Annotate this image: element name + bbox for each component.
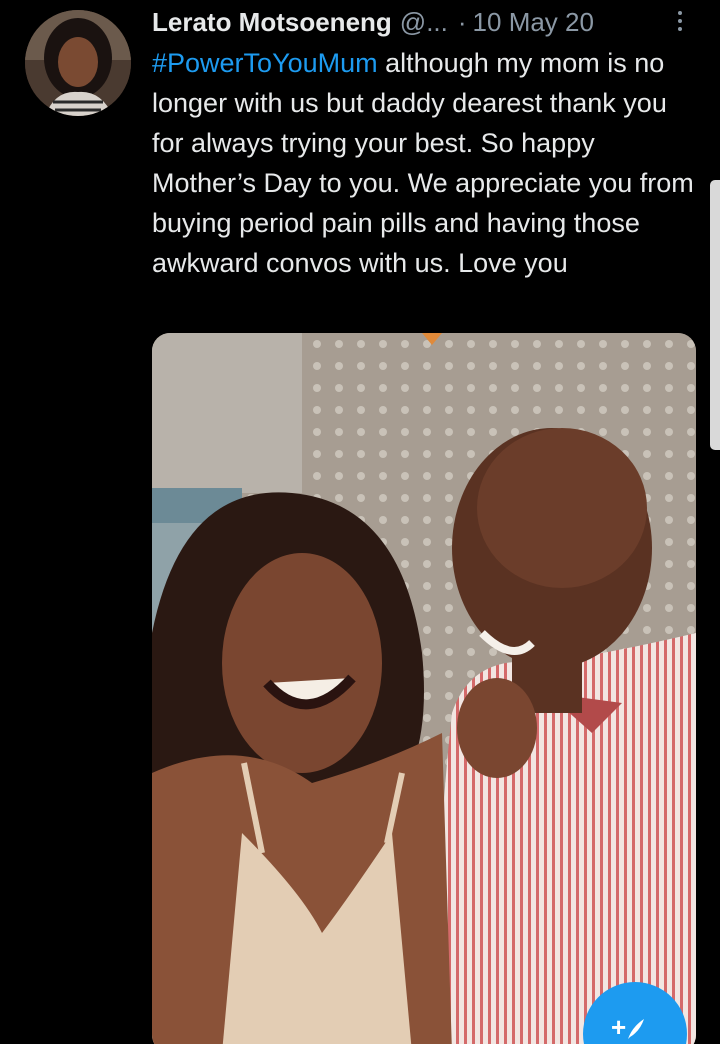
header-separator: · (457, 7, 467, 37)
compose-plus-label: + (611, 1012, 627, 1042)
tweet-date[interactable]: 10 May 20 (473, 4, 594, 40)
more-vertical-icon[interactable] (670, 8, 690, 38)
feather-icon (628, 1019, 645, 1040)
author-avatar[interactable] (25, 10, 131, 116)
author-handle[interactable]: @... (400, 4, 448, 40)
tweet-text: #PowerToYouMum although my mom is no lon… (152, 43, 700, 283)
timeline-screen: Lerato Motsoeneng @... · 10 May 20 #Powe… (0, 0, 720, 1044)
author-display-name[interactable]: Lerato Motsoeneng (152, 4, 392, 40)
tweet-body: although my mom is no longer with us but… (152, 48, 694, 278)
tweet-header: Lerato Motsoeneng @... · 10 May 20 (152, 4, 692, 40)
scrollbar-thumb[interactable] (710, 180, 720, 450)
avatar-photo (25, 10, 131, 116)
hashtag-link[interactable]: #PowerToYouMum (152, 48, 378, 78)
tweet-photo[interactable] (152, 333, 696, 1044)
feather-compose-icon: + (611, 1012, 651, 1042)
photo-image (152, 333, 696, 1044)
